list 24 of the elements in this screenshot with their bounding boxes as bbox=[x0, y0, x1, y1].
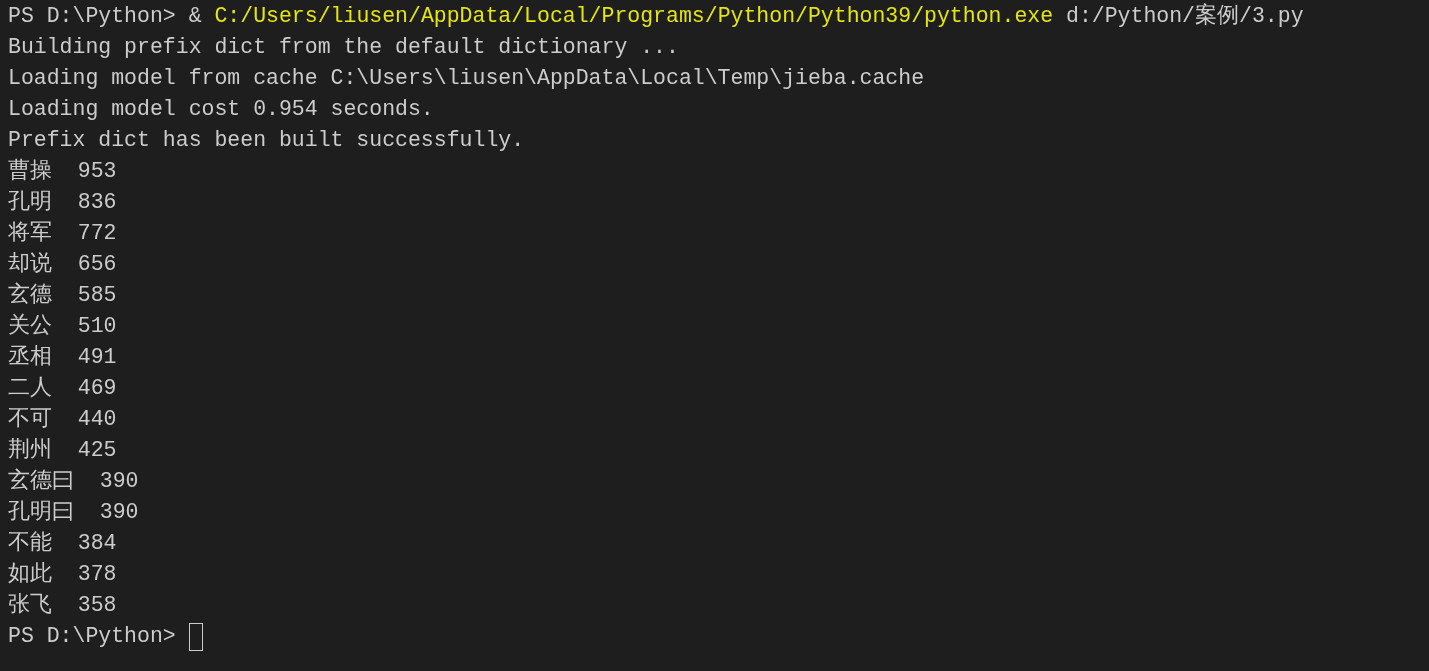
output-line: 玄德 585 bbox=[8, 281, 117, 309]
output-line: Loading model cost 0.954 seconds. bbox=[8, 96, 434, 123]
output-line: 却说 656 bbox=[8, 251, 117, 278]
output-line: 将军 772 bbox=[8, 220, 117, 247]
output-line: 张飞 358 bbox=[8, 592, 117, 619]
output-line: 玄德曰 390 bbox=[8, 467, 139, 495]
shell-prompt: PS D:\Python> bbox=[8, 623, 176, 650]
output-line: 不能 384 bbox=[8, 530, 117, 557]
output-line: Loading model from cache C:\Users\liusen\AppData\Local\Temp\jieba.cache bbox=[8, 65, 925, 92]
script-path: d:/Python/案例/3.py bbox=[1066, 2, 1304, 30]
output-line: 曹操 953 bbox=[8, 157, 117, 185]
output-line: Prefix dict has been built successfully. bbox=[8, 127, 525, 154]
output-line: 荆州 425 bbox=[8, 437, 117, 464]
executable-path: C:/Users/liusen/AppData/Local/Programs/Python/Python39/python.exe bbox=[214, 3, 1054, 30]
shell-prompt: PS D:\Python> bbox=[8, 3, 177, 30]
output-line: 孔明曰 390 bbox=[8, 499, 139, 526]
output-line: 孔明 836 bbox=[8, 189, 117, 216]
call-operator: & bbox=[188, 3, 202, 30]
output-line: 关公 510 bbox=[8, 312, 117, 340]
output-line: 丞相 491 bbox=[8, 344, 117, 371]
output-line: 二人 469 bbox=[8, 375, 117, 402]
output-line: Building prefix dict from the default dictionary ... bbox=[8, 34, 679, 61]
output-line: 如此 378 bbox=[8, 561, 117, 588]
output-line: 不可 440 bbox=[8, 406, 117, 433]
